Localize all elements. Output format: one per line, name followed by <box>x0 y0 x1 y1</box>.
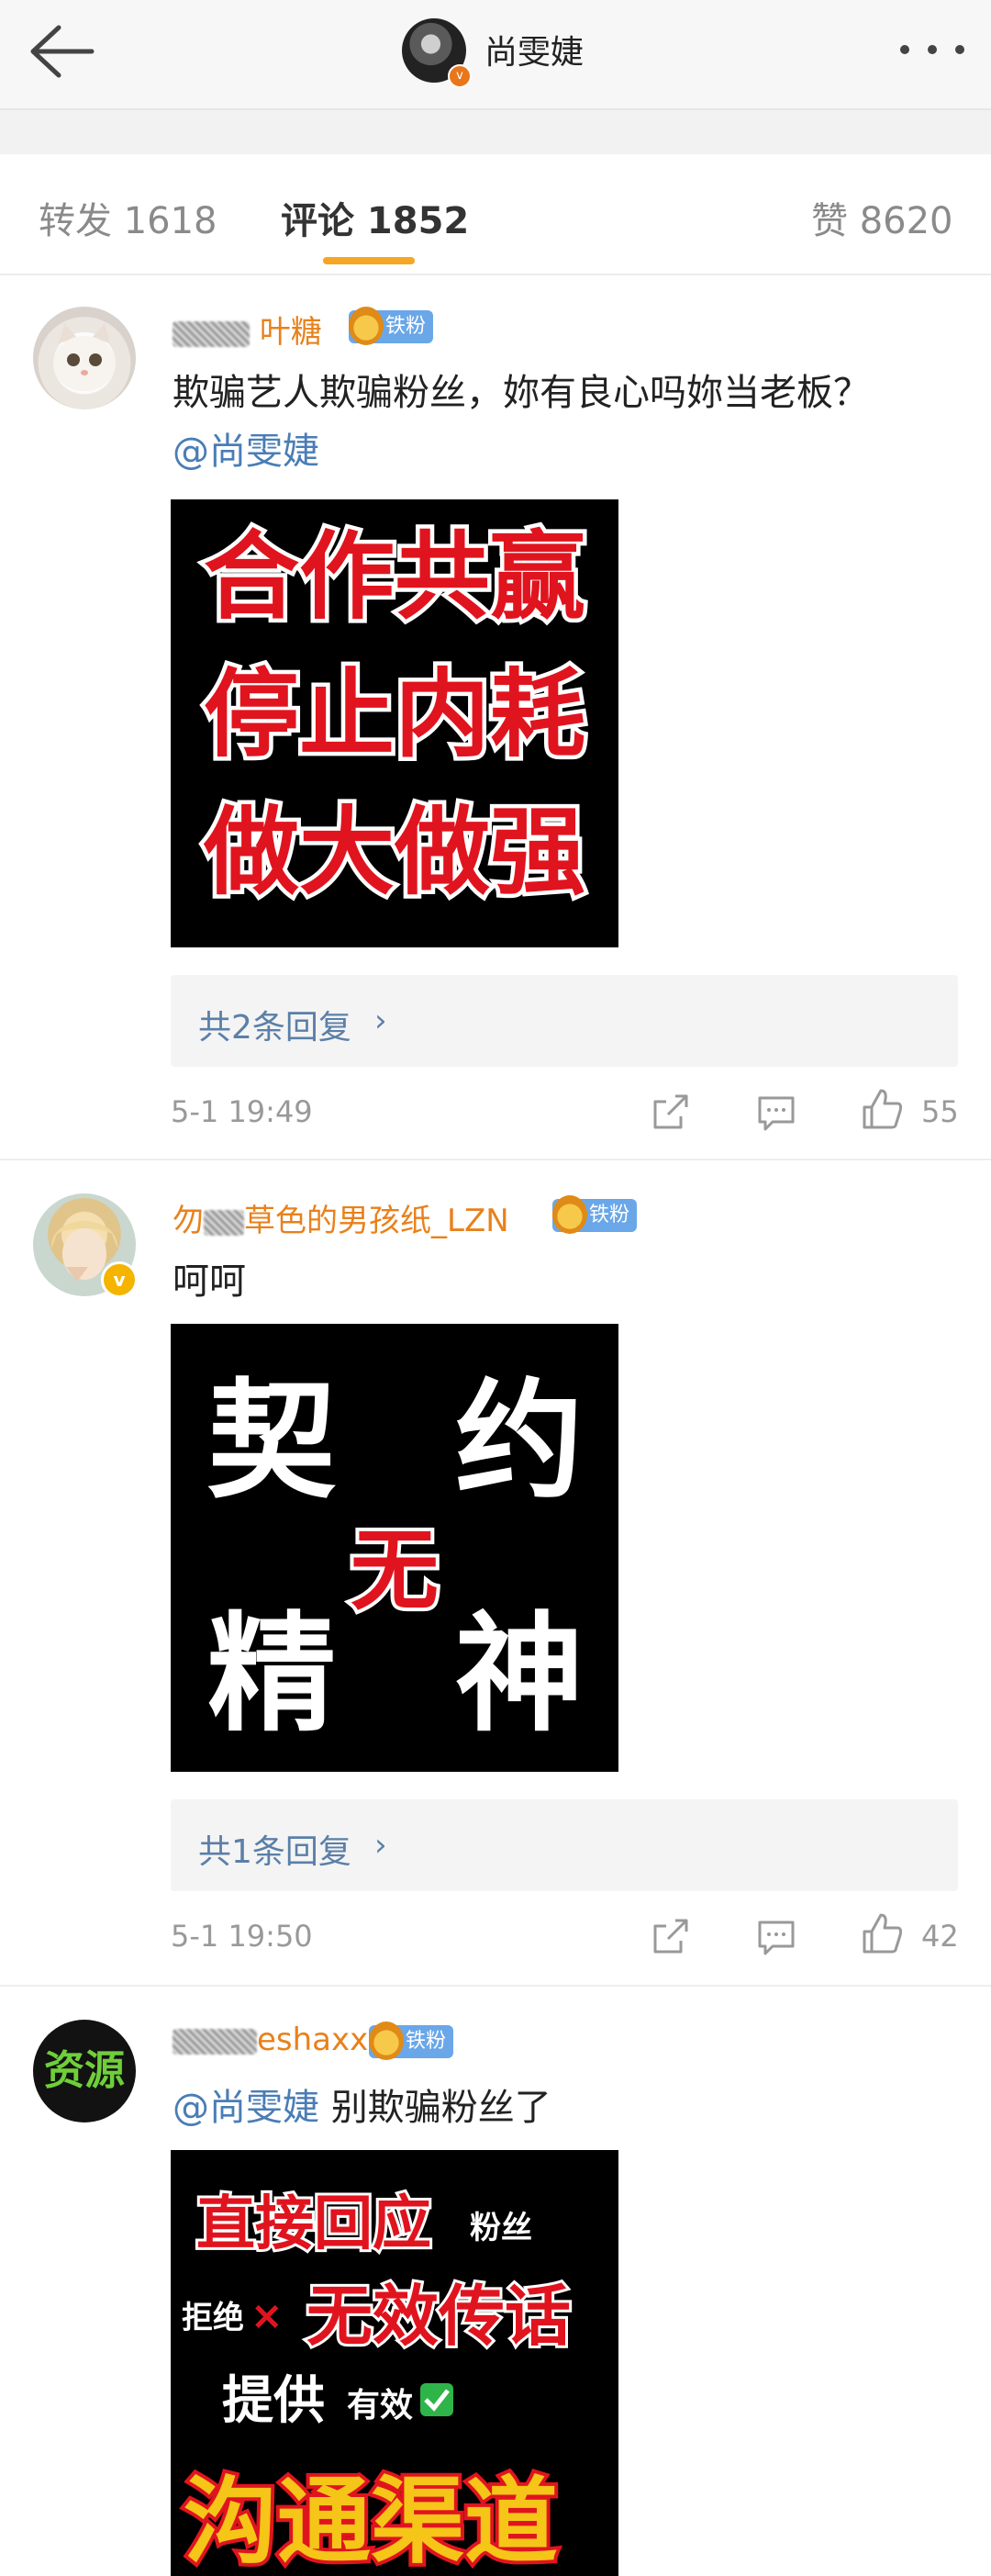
chevron-right-icon: › <box>374 1002 387 1039</box>
image-line-3: 拒绝 <box>182 2300 244 2335</box>
divider <box>0 1159 991 1160</box>
mention-link[interactable]: @尚雯婕 <box>173 2087 319 2129</box>
slogan-image: 合作共赢 停止内耗 做大做强 <box>198 521 589 911</box>
verified-badge-icon: v <box>101 1261 138 1298</box>
comment-image[interactable]: 契 约 精 神 无 <box>171 1324 618 1772</box>
image-line-2: 停止内耗 <box>204 662 585 768</box>
image-line-1: 合作共赢 <box>204 524 585 631</box>
fan-badge: 铁粉 <box>552 1195 638 1234</box>
comment-text: @尚雯婕 别欺骗粉丝了 <box>173 2087 551 2129</box>
comment-icon[interactable] <box>754 1091 798 1135</box>
slogan-image: 直接回应 粉丝 拒绝 ✕ 无效传话 提供 有效 沟通渠道 <box>180 2188 573 2576</box>
username[interactable]: 勿草色的男孩纸_LZN <box>173 1195 509 1240</box>
like-count: 55 <box>921 1094 959 1129</box>
top-bar: v 尚雯婕 <box>0 0 991 110</box>
check-mark-icon <box>420 2383 453 2416</box>
image-word-1: 契 <box>207 1369 336 1513</box>
comment-image[interactable]: 直接回应 粉丝 拒绝 ✕ 无效传话 提供 有效 沟通渠道 <box>171 2150 618 2576</box>
image-word-4: 精 <box>207 1602 336 1746</box>
tab-bar: 转发 1618 评论 1852 赞 8620 <box>0 154 991 275</box>
comment-text: 欺骗艺人欺骗粉丝，妳有良心吗妳当老板？ <box>173 372 870 414</box>
image-line-5: 提供 <box>222 2371 325 2429</box>
page-title: 尚雯婕 <box>484 34 585 72</box>
crown-icon <box>349 307 384 345</box>
divider <box>0 1985 991 1987</box>
comment-icon[interactable] <box>754 1915 798 1959</box>
image-line-1: 直接回应 <box>196 2190 431 2257</box>
back-arrow-icon[interactable] <box>26 22 95 81</box>
more-options-icon[interactable] <box>896 39 969 61</box>
fan-badge: 铁粉 <box>349 307 434 345</box>
avatar[interactable] <box>33 307 136 409</box>
image-line-7: 沟通渠道 <box>184 2470 558 2574</box>
comment-time: 5-1 19:49 <box>171 1094 313 1129</box>
section-gap <box>0 110 991 154</box>
image-line-6: 有效 <box>347 2386 413 2424</box>
image-line-3: 做大做强 <box>203 800 585 906</box>
image-word-3: 无 <box>351 1522 439 1620</box>
like-count: 42 <box>921 1919 959 1954</box>
blurred-name-segment <box>173 320 250 347</box>
crown-icon <box>552 1195 587 1234</box>
replies-button[interactable]: 共2条回复 › <box>171 975 958 1067</box>
blurred-name-segment <box>204 1209 244 1236</box>
chevron-right-icon: › <box>374 1827 387 1864</box>
verified-badge-icon: v <box>448 64 472 88</box>
fan-badge: 铁粉 <box>369 2022 454 2060</box>
tab-reposts[interactable]: 转发 1618 <box>39 191 217 244</box>
share-icon[interactable] <box>648 1915 692 1959</box>
like-icon[interactable] <box>859 1911 903 1955</box>
comment-image[interactable]: 合作共赢 停止内耗 做大做强 <box>171 499 618 947</box>
image-line-4: 无效传话 <box>306 2280 571 2354</box>
image-word-2: 约 <box>455 1369 584 1513</box>
active-tab-indicator <box>323 257 415 264</box>
image-line-2: 粉丝 <box>470 2211 532 2246</box>
avatar[interactable]: 资源 <box>33 2020 136 2122</box>
tab-likes[interactable]: 赞 8620 <box>811 191 953 244</box>
like-icon[interactable] <box>859 1087 903 1131</box>
mention-link[interactable]: @尚雯婕 <box>173 422 319 481</box>
username[interactable]: 叶糖 <box>173 307 322 352</box>
comment-text: 呵呵 <box>173 1260 246 1303</box>
crown-icon <box>369 2022 404 2060</box>
cross-mark-icon: ✕ <box>251 2298 283 2338</box>
cat-face-icon <box>53 323 116 391</box>
slogan-image: 契 约 精 神 无 <box>207 1369 584 1746</box>
comment-time: 5-1 19:50 <box>171 1919 313 1954</box>
replies-button[interactable]: 共1条回复 › <box>171 1799 958 1891</box>
tab-comments[interactable]: 评论 1852 <box>281 191 469 244</box>
share-icon[interactable] <box>648 1091 692 1135</box>
username[interactable]: eshaxx <box>173 2022 368 2058</box>
image-word-5: 神 <box>455 1602 584 1746</box>
blurred-name-segment <box>173 2028 257 2055</box>
